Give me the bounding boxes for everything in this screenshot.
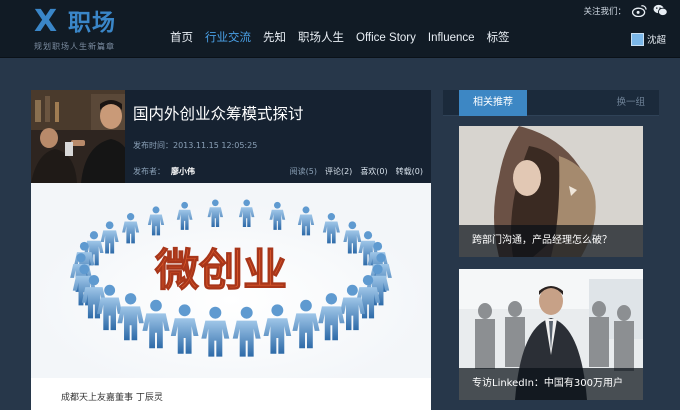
logo-mark: X: [34, 4, 57, 39]
nav-item-tags[interactable]: 标签: [487, 30, 510, 46]
publish-time: 发布时间：2013.11.15 12:05:25: [133, 140, 257, 151]
article-header: 国内外创业众筹模式探讨 发布时间：2013.11.15 12:05:25 发布者…: [31, 90, 431, 183]
publish-time-label: 发布时间：: [133, 141, 173, 150]
refresh-link[interactable]: 换一组: [616, 90, 645, 116]
article-caption: 成都天上友嘉董事 丁辰灵: [61, 393, 163, 403]
publisher: 发布者： 廖小伟: [133, 166, 195, 177]
nav-item-career-life[interactable]: 职场人生: [298, 30, 344, 46]
nav-item-office-story[interactable]: Office Story: [356, 30, 416, 46]
related-item-title[interactable]: 专访LinkedIn：中国有300万用户: [459, 368, 643, 400]
logo-tagline: 规划职场人生新篇章: [34, 42, 115, 51]
article-hero-image: 微创业: [31, 183, 431, 378]
follow-label: 关注我们：: [583, 6, 626, 17]
article-title: 国内外创业众筹模式探讨: [133, 105, 304, 123]
publish-time-value: 2013.11.15 12:05:25: [173, 141, 258, 150]
nav-item-influence[interactable]: Influence: [428, 30, 475, 46]
sidebar-tabs: 相关推荐 换一组: [443, 90, 659, 116]
avatar: [630, 32, 644, 46]
follow-us: 关注我们：: [583, 4, 668, 17]
article-card: 国内外创业众筹模式探讨 发布时间：2013.11.15 12:05:25 发布者…: [31, 90, 431, 410]
comment-link[interactable]: 评论(2): [325, 166, 352, 177]
share-link[interactable]: 转载(0): [396, 166, 423, 177]
site-header: X 职场 规划职场人生新篇章 首页 行业交流 先知 职场人生 Office St…: [0, 0, 680, 58]
user-account[interactable]: 沈超: [630, 32, 666, 46]
related-item[interactable]: 专访LinkedIn：中国有300万用户: [459, 269, 643, 400]
author-photo[interactable]: [31, 90, 125, 183]
article-stats: 阅读(5) 评论(2) 喜欢(0) 转载(0): [290, 166, 423, 177]
related-item-title[interactable]: 跨部门沟通，产品经理怎么破？: [459, 225, 643, 257]
tab-related[interactable]: 相关推荐: [459, 90, 527, 116]
wechat-icon[interactable]: [653, 4, 668, 17]
hero-text: 微创业: [154, 245, 287, 296]
nav-item-industry[interactable]: 行业交流: [205, 30, 251, 46]
site-logo[interactable]: X 职场 规划职场人生新篇章: [34, 6, 134, 52]
related-sidebar: 相关推荐 换一组 跨部门沟通，产品经理怎么破？ 专访LinkedIn：中国有30…: [443, 90, 659, 410]
weibo-icon[interactable]: [632, 4, 647, 17]
publisher-name[interactable]: 廖小伟: [171, 167, 195, 176]
nav-item-prophet[interactable]: 先知: [263, 30, 286, 46]
user-name: 沈超: [646, 35, 666, 46]
publisher-label: 发布者：: [133, 167, 165, 176]
related-item[interactable]: 跨部门沟通，产品经理怎么破？: [459, 126, 643, 257]
main-nav: 首页 行业交流 先知 职场人生 Office Story Influence 标…: [170, 30, 522, 46]
nav-item-home[interactable]: 首页: [170, 30, 193, 46]
like-link[interactable]: 喜欢(0): [360, 166, 387, 177]
logo-text: 职场: [68, 10, 116, 36]
read-count: 阅读(5): [289, 167, 317, 176]
